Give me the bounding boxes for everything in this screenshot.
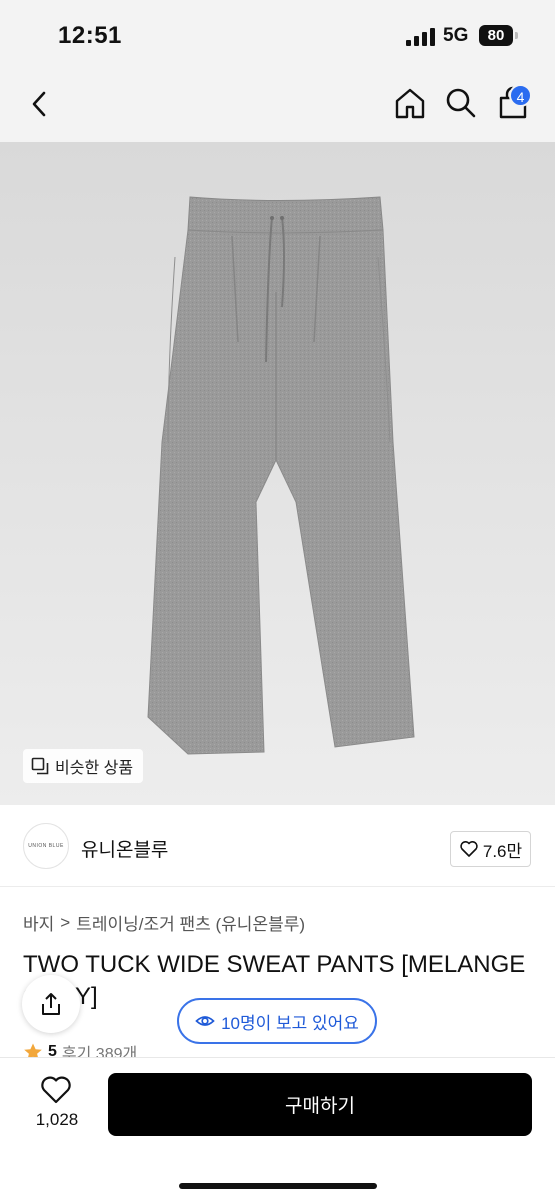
cart-count-badge: 4 xyxy=(509,84,532,107)
pants-illustration xyxy=(147,196,415,755)
viewers-label: 10명이 보고 있어요 xyxy=(221,1013,359,1033)
breadcrumb-separator: > xyxy=(60,912,71,932)
brand-like-button[interactable]: 7.6만 xyxy=(450,831,531,867)
search-icon[interactable] xyxy=(445,87,477,119)
nav-bar: 4 xyxy=(0,66,555,142)
brand-logo[interactable]: UNION BLUE xyxy=(23,823,69,869)
buy-button-label: 구매하기 xyxy=(285,1096,355,1117)
brand-name[interactable]: 유니온블루 xyxy=(81,835,168,862)
status-bar: 12:51 5G 80 xyxy=(0,0,555,66)
buy-button[interactable]: 구매하기 xyxy=(108,1073,532,1136)
network-label: 5G xyxy=(443,25,469,46)
battery-icon: 80 xyxy=(479,25,513,46)
home-icon[interactable] xyxy=(393,86,427,120)
status-time: 12:51 xyxy=(58,22,122,49)
battery-tip xyxy=(515,32,518,39)
share-icon xyxy=(42,993,60,1015)
home-indicator xyxy=(179,1183,377,1189)
eye-icon xyxy=(195,1016,215,1026)
wishlist-heart-icon[interactable] xyxy=(40,1075,72,1105)
breadcrumb-subcategory[interactable]: 트레이닝/조거 팬츠 (유니온블루) xyxy=(76,910,305,935)
brand-logo-text: UNION BLUE xyxy=(28,843,64,849)
viewers-count-pill: 10명이 보고 있어요 xyxy=(177,998,377,1044)
chevron-left-icon[interactable] xyxy=(26,90,54,118)
brand-like-count: 7.6만 xyxy=(482,841,523,861)
product-image[interactable]: 비슷한 상품 xyxy=(0,142,555,805)
wishlist-count: 1,028 xyxy=(35,1110,79,1129)
similar-products-button[interactable]: 비슷한 상품 xyxy=(23,749,144,783)
copy-icon xyxy=(31,757,49,775)
breadcrumb-category[interactable]: 바지 xyxy=(23,910,54,935)
bottom-action-bar: 1,028 구매하기 xyxy=(0,1057,555,1200)
signal-icon xyxy=(406,28,435,46)
brand-row: UNION BLUE 유니온블루 7.6만 xyxy=(0,805,555,887)
similar-products-label: 비슷한 상품 xyxy=(55,760,134,777)
breadcrumb: 바지 > 트레이닝/조거 팬츠 (유니온블루) xyxy=(23,910,305,935)
share-button[interactable] xyxy=(22,975,80,1033)
heart-icon xyxy=(460,841,478,857)
